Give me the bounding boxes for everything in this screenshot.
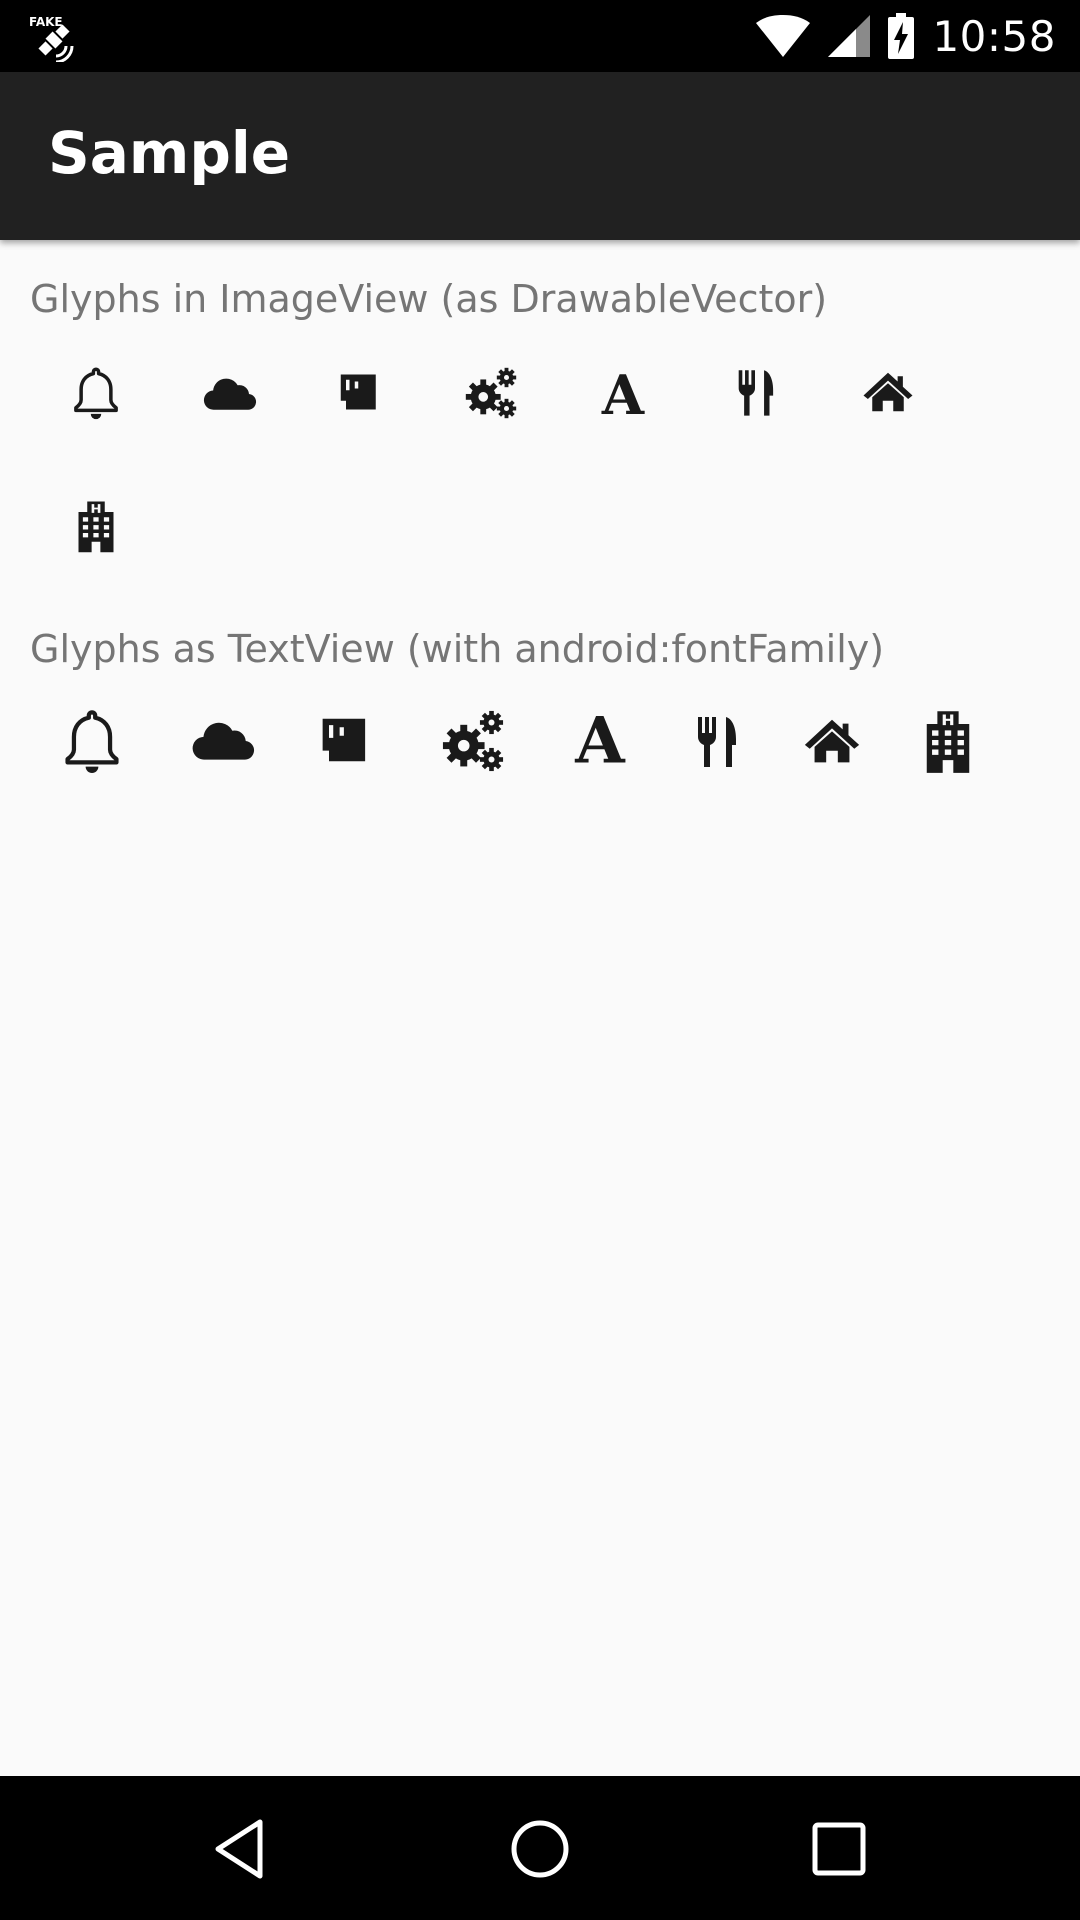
- home-circle-icon[interactable]: [507, 1816, 573, 1882]
- wifi-icon: [756, 15, 811, 57]
- hospital-icon: [914, 704, 982, 778]
- restaurant-icon: [726, 362, 784, 422]
- letter-a-icon: [566, 704, 634, 772]
- gears-icon: [436, 704, 510, 778]
- hospital-icon: [68, 496, 124, 556]
- bell-icon: [58, 706, 126, 774]
- screen: FAKE 10:58 Sample Glyphs in ImageView (a…: [0, 0, 1080, 1920]
- home-icon: [800, 710, 864, 772]
- cell-signal-icon: [828, 15, 871, 57]
- letter-a-icon: [594, 364, 652, 422]
- battery-charging-icon: [888, 13, 915, 59]
- gears-icon: [460, 362, 522, 424]
- restaurant-icon: [684, 704, 748, 778]
- app-title: Sample: [48, 119, 291, 187]
- recents-icon[interactable]: [806, 1816, 872, 1882]
- back-icon[interactable]: [208, 1816, 274, 1882]
- navigation-bar: [0, 1776, 1080, 1920]
- app-bar: Sample: [0, 72, 1080, 240]
- cloud-icon: [182, 708, 260, 774]
- section-label-image-view: Glyphs in ImageView (as DrawableVector): [30, 277, 828, 321]
- bell-icon: [68, 364, 124, 420]
- section-label-text-view: Glyphs as TextView (with android:fontFam…: [30, 627, 885, 671]
- status-bar: FAKE 10:58: [0, 0, 1080, 72]
- status-icons: 10:58: [756, 0, 1056, 72]
- tablet-icon: [332, 364, 388, 420]
- cloud-icon: [196, 366, 260, 422]
- home-icon: [860, 364, 916, 420]
- fake-gps-satellite-icon: FAKE: [28, 12, 80, 64]
- status-clock: 10:58: [932, 11, 1056, 61]
- content-area: Glyphs in ImageView (as DrawableVector) …: [0, 240, 1080, 1776]
- svg-text:FAKE: FAKE: [29, 15, 63, 29]
- tablet-icon: [312, 706, 380, 774]
